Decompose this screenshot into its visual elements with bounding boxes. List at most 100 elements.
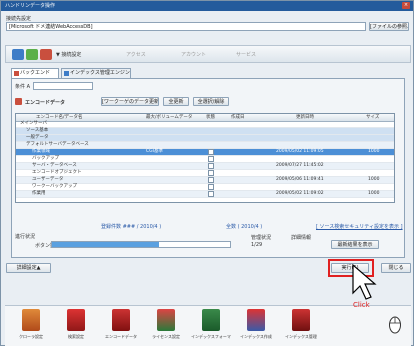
app-search-settings[interactable]: 検索設定 — [56, 307, 96, 345]
app-label: エンコードデータ — [105, 334, 137, 339]
app-encode-data[interactable]: エンコードデータ — [101, 307, 141, 345]
row-date: 2009/05/02 11:09:05 — [276, 149, 324, 154]
toolbar: ▼ 接続設定 アクセス アカウント サービス — [5, 45, 411, 63]
app-index-create[interactable]: インデックス作成 — [236, 307, 276, 345]
table-row-selected[interactable]: 作業領域 CGI基準 2009/05/02 11:09:05 1000 — [16, 149, 394, 156]
row-max: CGI基準 — [146, 149, 163, 154]
table-row[interactable]: ワークーバックアップ — [16, 184, 394, 191]
row-name: バックアップ — [32, 156, 59, 161]
filter-input[interactable] — [33, 82, 93, 90]
detail-label: 詳細情報 — [291, 235, 312, 241]
tab-index-label: インデックス管理エンジン — [70, 70, 130, 76]
status-label: 管理状況 — [251, 235, 272, 241]
app-label: インデックス作成 — [240, 334, 272, 339]
connection-input[interactable]: [Microsoft ドメ連結WebAccessDB] — [6, 22, 366, 31]
encode-data-icon — [15, 98, 22, 105]
row-name: ソース基本 — [26, 128, 49, 133]
col-state[interactable]: 状態 — [206, 114, 215, 121]
connection-section-label: 接続先設定 — [6, 16, 32, 22]
refresh-work-data-button[interactable]: [ワークーゲのデータ更新] — [101, 97, 159, 106]
row-name: 一般データ — [26, 135, 49, 140]
tab-index-icon — [64, 71, 69, 76]
click-annotation: Click — [353, 301, 370, 309]
filter-label: 条件 A — [15, 84, 31, 90]
table-row[interactable]: デフォルトサーバデータベース — [16, 142, 394, 149]
table-row[interactable]: ユーザーデータ 2009/05/06 11:09:41 1000 — [16, 177, 394, 184]
tab-backend-label: バックエンド — [20, 70, 51, 76]
data-grid[interactable]: エンコード名/データ名 最大/ボリュームデータ 状態 作成日 更新日時 サイズ … — [15, 113, 395, 203]
row-name: メインサーバ — [20, 121, 47, 126]
col-updated[interactable]: 更新日時 — [296, 114, 314, 121]
toolbar-item-3[interactable]: サービス — [236, 51, 256, 58]
tab-backend-icon — [14, 71, 19, 76]
app-index-manage[interactable]: インデックス管理 — [281, 307, 321, 345]
table-row[interactable]: エンコードオブジェクト — [16, 170, 394, 177]
row-name: エンコードオブジェクト — [32, 170, 82, 175]
app-license[interactable]: ライセンス設定 — [146, 307, 186, 345]
toolbar-item-1[interactable]: アクセス — [126, 51, 146, 58]
update-all-button[interactable]: 全更新 — [163, 97, 189, 106]
security-settings-link[interactable]: [ ソース検索セキュリティ設定を表示 ] — [316, 223, 403, 230]
tool-db-icon[interactable] — [12, 49, 24, 60]
col-max[interactable]: 最大/ボリュームデータ — [146, 114, 192, 121]
progress-bar — [51, 241, 231, 248]
status-value: 1/29 — [251, 242, 263, 248]
toolbar-dropdown[interactable]: ▼ 接続設定 — [56, 51, 81, 58]
row-checkbox[interactable] — [208, 163, 214, 169]
browse-button[interactable]: [ファイルの参照...] — [369, 22, 409, 31]
window-title: ハンドリンデータ操作 — [5, 3, 56, 9]
row-name: ユーザーデータ — [32, 177, 64, 182]
index-format-icon — [202, 309, 220, 331]
summary-total: 全数 ( 2010/4 ) — [226, 224, 263, 230]
table-row[interactable]: サーバ・データベース 2009/07/27 11:45:02 — [16, 163, 394, 170]
row-name: サーバ・データベース — [32, 163, 77, 168]
close-button[interactable]: × — [402, 2, 410, 9]
row-date: 2009/05/02 11:09:02 — [276, 191, 324, 196]
row-size: 1000 — [368, 177, 380, 182]
col-name[interactable]: エンコード名/データ名 — [36, 114, 83, 121]
col-created[interactable]: 作成日 — [231, 114, 245, 121]
toolbar-item-2[interactable]: アカウント — [181, 51, 206, 58]
table-row[interactable]: 作業用 2009/05/02 11:09:02 1000 — [16, 191, 394, 198]
select-all-button[interactable]: 全選択/解除 — [193, 97, 229, 106]
search-settings-icon — [67, 309, 85, 331]
row-checkbox[interactable] — [208, 156, 214, 162]
show-result-button[interactable]: 最新結果を表示 — [331, 240, 379, 249]
license-icon — [157, 309, 175, 331]
row-date: 2009/05/06 11:09:41 — [276, 177, 324, 182]
tab-index-engine[interactable]: インデックス管理エンジン — [61, 68, 131, 78]
tool-delete-icon[interactable] — [40, 49, 52, 60]
table-row[interactable]: バックアップ — [16, 156, 394, 163]
table-row[interactable]: ソース基本 — [16, 128, 394, 135]
row-name: ワークーバックアップ — [32, 184, 77, 189]
app-label: インデックス管理 — [285, 334, 317, 339]
tool-add-icon[interactable] — [26, 49, 38, 60]
row-checkbox[interactable] — [208, 184, 214, 190]
row-checkbox[interactable] — [208, 170, 214, 176]
app-label: 検索設定 — [68, 334, 84, 339]
app-label: インデックスフォーマット — [191, 334, 231, 339]
row-date: 2009/07/27 11:45:02 — [276, 163, 324, 168]
crawler-icon — [22, 309, 40, 331]
row-name: デフォルトサーバデータベース — [26, 142, 89, 147]
app-label: ライセンス設定 — [152, 334, 180, 339]
row-name: 作業用 — [32, 191, 46, 196]
row-name: 作業領域 — [32, 149, 50, 154]
index-manage-icon — [292, 309, 310, 331]
row-checkbox[interactable] — [208, 177, 214, 183]
app-index-format[interactable]: インデックスフォーマット — [191, 307, 231, 345]
row-size: 1000 — [368, 191, 380, 196]
table-row[interactable]: 一般データ — [16, 135, 394, 142]
col-size[interactable]: サイズ — [366, 114, 379, 121]
app-crawler[interactable]: クローラ設定 — [11, 307, 51, 345]
title-bar: ハンドリンデータ操作 × — [1, 1, 413, 11]
advanced-settings-button[interactable]: 詳細設定▲ — [6, 263, 51, 273]
summary-count: 登録件数 ### / 2010/4 ) — [101, 224, 162, 230]
progress-label: 進行状況 — [15, 234, 36, 240]
section-title: エンコードデータ — [25, 100, 66, 106]
row-checkbox[interactable] — [208, 191, 214, 197]
tab-backend[interactable]: バックエンド — [11, 68, 59, 78]
row-size: 1000 — [368, 149, 380, 154]
row-checkbox[interactable] — [208, 149, 214, 155]
table-row[interactable]: メインサーバ — [16, 121, 394, 128]
